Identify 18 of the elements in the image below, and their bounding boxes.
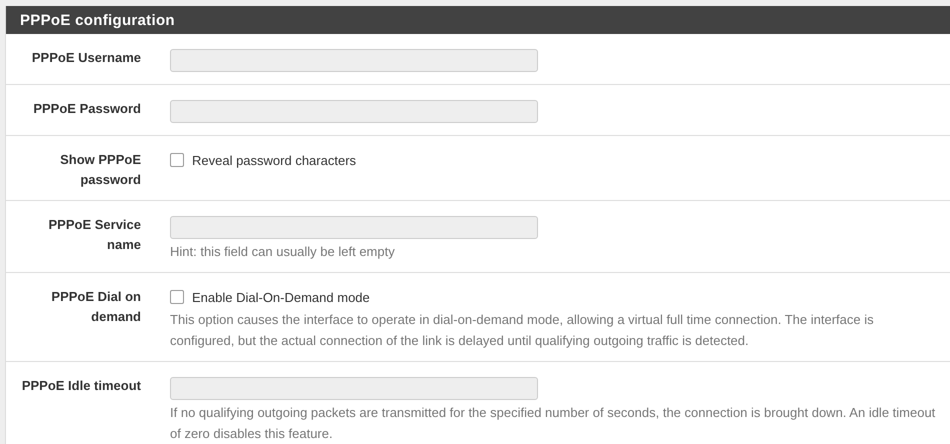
checkbox-label[interactable]: Enable Dial-On-Demand mode: [192, 290, 370, 304]
field-label: Show PPPoE password: [60, 152, 141, 187]
checkbox-label[interactable]: Reveal password characters: [192, 152, 356, 168]
field-label: PPPoE Username: [32, 50, 141, 65]
checkbox[interactable]: [170, 153, 184, 167]
field-label: PPPoE Password: [33, 101, 141, 116]
help-text: Hint: this field can usually be left empty: [170, 243, 396, 261]
field-label: PPPoE Dial on demand: [51, 289, 141, 324]
input-field[interactable]: [170, 100, 538, 123]
checkbox[interactable]: [170, 290, 184, 304]
field-label: PPPoE Idle timeout: [22, 378, 141, 393]
field-label: PPPoE Service name: [48, 217, 141, 252]
help-text: If no qualifying outgoing packets are transmitted for the specified number of seconds, the connection is brought down. An idle timeout of zero disables this feature.: [170, 404, 936, 443]
panel-title: PPPoE configuration: [20, 12, 175, 28]
input-field[interactable]: [170, 216, 538, 239]
help-text: This option causes the interface to operate in dial-on-demand mode, allowing a virtual full time connection. The interface is configured, but the actual connection of the link is delayed until qualifying outgoing traffic is detected.: [170, 311, 875, 350]
input-field[interactable]: [170, 377, 538, 400]
input-field[interactable]: [170, 49, 538, 72]
